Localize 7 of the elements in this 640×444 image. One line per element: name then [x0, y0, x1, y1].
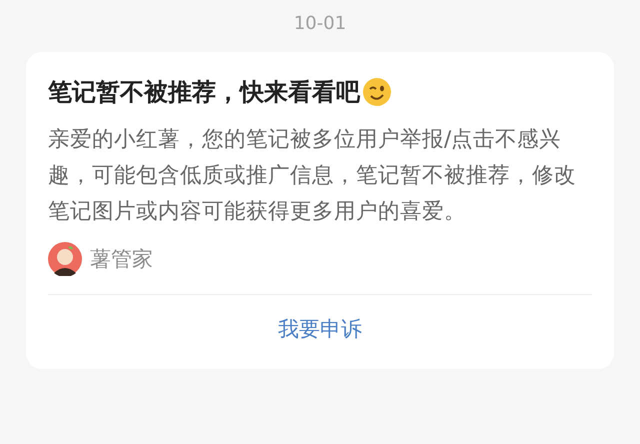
winking-face-icon — [362, 77, 392, 107]
message-text: 亲爱的小红薯，您的笔记被多位用户举报/点击不感兴趣，可能包含低质或推广信息，笔记暂不被推荐，修改笔记图片或内容可能获得更多用户的喜爱。 — [48, 126, 577, 226]
appeal-button[interactable]: 我要申诉 — [268, 295, 372, 369]
avatar-icon — [48, 242, 82, 276]
sender-name: 薯管家 — [90, 246, 153, 273]
message-title: 笔记暂不被推荐，快来看看吧 — [48, 77, 360, 108]
date-label: 10-01 — [292, 12, 348, 36]
